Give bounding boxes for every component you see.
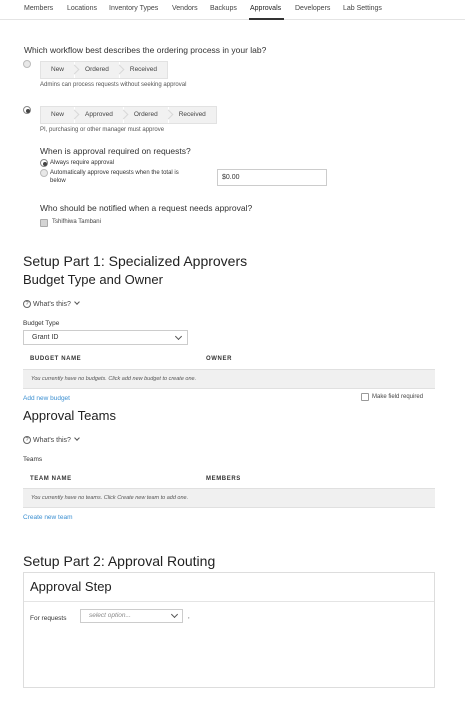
active-tab-indicator xyxy=(249,18,284,20)
auto-approve-label: Automatically approve requests when the … xyxy=(50,170,179,176)
for-requests-label: For requests xyxy=(30,615,67,622)
make-field-required-label: Make field required xyxy=(372,394,424,400)
step-label: Ordered xyxy=(124,107,169,123)
workflow-steps-approval: New Approved Ordered Received xyxy=(40,106,217,124)
approval-teams-heading: Approval Teams xyxy=(23,408,116,423)
approval-step-card: Approval Step For requests select option… xyxy=(23,572,435,688)
always-approval-radio[interactable] xyxy=(40,159,48,167)
approval-required-question: When is approval required on requests? xyxy=(40,146,191,156)
team-members-column: MEMBERS xyxy=(206,476,241,482)
notify-person-checkbox[interactable] xyxy=(40,219,48,227)
teams-label: Teams xyxy=(23,456,43,463)
chevron-down-icon xyxy=(174,332,183,341)
workflow-simple-description: Admins can process requests without seek… xyxy=(40,82,187,88)
request-condition-select[interactable]: select option... xyxy=(80,609,183,623)
make-field-required-checkbox[interactable] xyxy=(361,393,369,401)
workflow-approval-description: PI, purchasing or other manager must app… xyxy=(40,127,165,133)
budget-owner-column: OWNER xyxy=(206,356,232,362)
teams-empty-row: You currently have no teams. Click Creat… xyxy=(23,488,435,508)
tab-backups[interactable]: Backups xyxy=(210,5,237,12)
select-placeholder: select option... xyxy=(89,612,131,619)
step-label: Approved xyxy=(75,107,124,123)
step-label: New xyxy=(41,107,76,123)
workflow-steps-simple: New Ordered Received xyxy=(40,61,168,79)
teams-whats-this[interactable]: ? What's this? xyxy=(23,435,80,445)
step-label: Ordered xyxy=(75,62,120,78)
budget-type-select[interactable]: Grant ID xyxy=(23,330,188,345)
tab-vendors[interactable]: Vendors xyxy=(172,5,198,12)
always-approval-label: Always require approval xyxy=(50,160,115,166)
chevron-down-icon xyxy=(170,610,179,619)
step-label: New xyxy=(41,62,76,78)
auto-approve-amount-input[interactable]: $0.00 xyxy=(217,169,327,186)
help-icon: ? xyxy=(23,300,31,309)
workflow-option-simple-radio[interactable] xyxy=(23,60,31,68)
whats-this-label: What's this? xyxy=(33,301,71,308)
tab-lab-settings[interactable]: Lab Settings xyxy=(343,5,382,12)
budget-heading: Budget Type and Owner xyxy=(23,272,163,287)
chevron-down-icon xyxy=(74,435,80,441)
tab-approvals[interactable]: Approvals xyxy=(250,5,281,12)
tab-locations[interactable]: Locations xyxy=(67,5,97,12)
approval-step-title: Approval Step xyxy=(30,579,112,594)
step-label: Received xyxy=(178,111,206,118)
notify-question: Who should be notified when a request ne… xyxy=(40,203,253,213)
tab-members[interactable]: Members xyxy=(24,5,53,12)
add-new-budget-link[interactable]: Add new budget xyxy=(23,395,70,402)
create-new-team-link[interactable]: Create new team xyxy=(23,514,73,521)
budget-type-label: Budget Type xyxy=(23,320,60,327)
notify-person-name: Tshifhiwa Tambani xyxy=(52,219,101,225)
tab-developers[interactable]: Developers xyxy=(295,5,330,12)
team-name-column: TEAM NAME xyxy=(30,476,72,482)
auto-approve-radio[interactable] xyxy=(40,169,48,177)
budget-whats-this[interactable]: ? What's this? xyxy=(23,299,80,309)
approval-step-header: Approval Step xyxy=(24,573,434,602)
whats-this-label: What's this? xyxy=(33,437,71,444)
chevron-down-icon xyxy=(74,299,80,305)
auto-approve-label-line2: below xyxy=(50,178,66,184)
workflow-option-approval-radio[interactable] xyxy=(23,106,31,114)
tab-inventory-types[interactable]: Inventory Types xyxy=(109,5,158,12)
budget-name-column: BUDGET NAME xyxy=(30,356,82,362)
settings-nav: Members Locations Inventory Types Vendor… xyxy=(0,0,465,20)
step-label: Received xyxy=(129,66,157,73)
workflow-question: Which workflow best describes the orderi… xyxy=(24,45,267,55)
setup-part2-title: Setup Part 2: Approval Routing xyxy=(23,553,216,569)
setup-part1-title: Setup Part 1: Specialized Approvers xyxy=(23,253,248,269)
budget-type-value: Grant ID xyxy=(32,334,59,341)
condition-trailing-comma: , xyxy=(188,614,190,620)
budget-empty-row: You currently have no budgets. Click add… xyxy=(23,369,435,389)
help-icon: ? xyxy=(23,436,31,445)
